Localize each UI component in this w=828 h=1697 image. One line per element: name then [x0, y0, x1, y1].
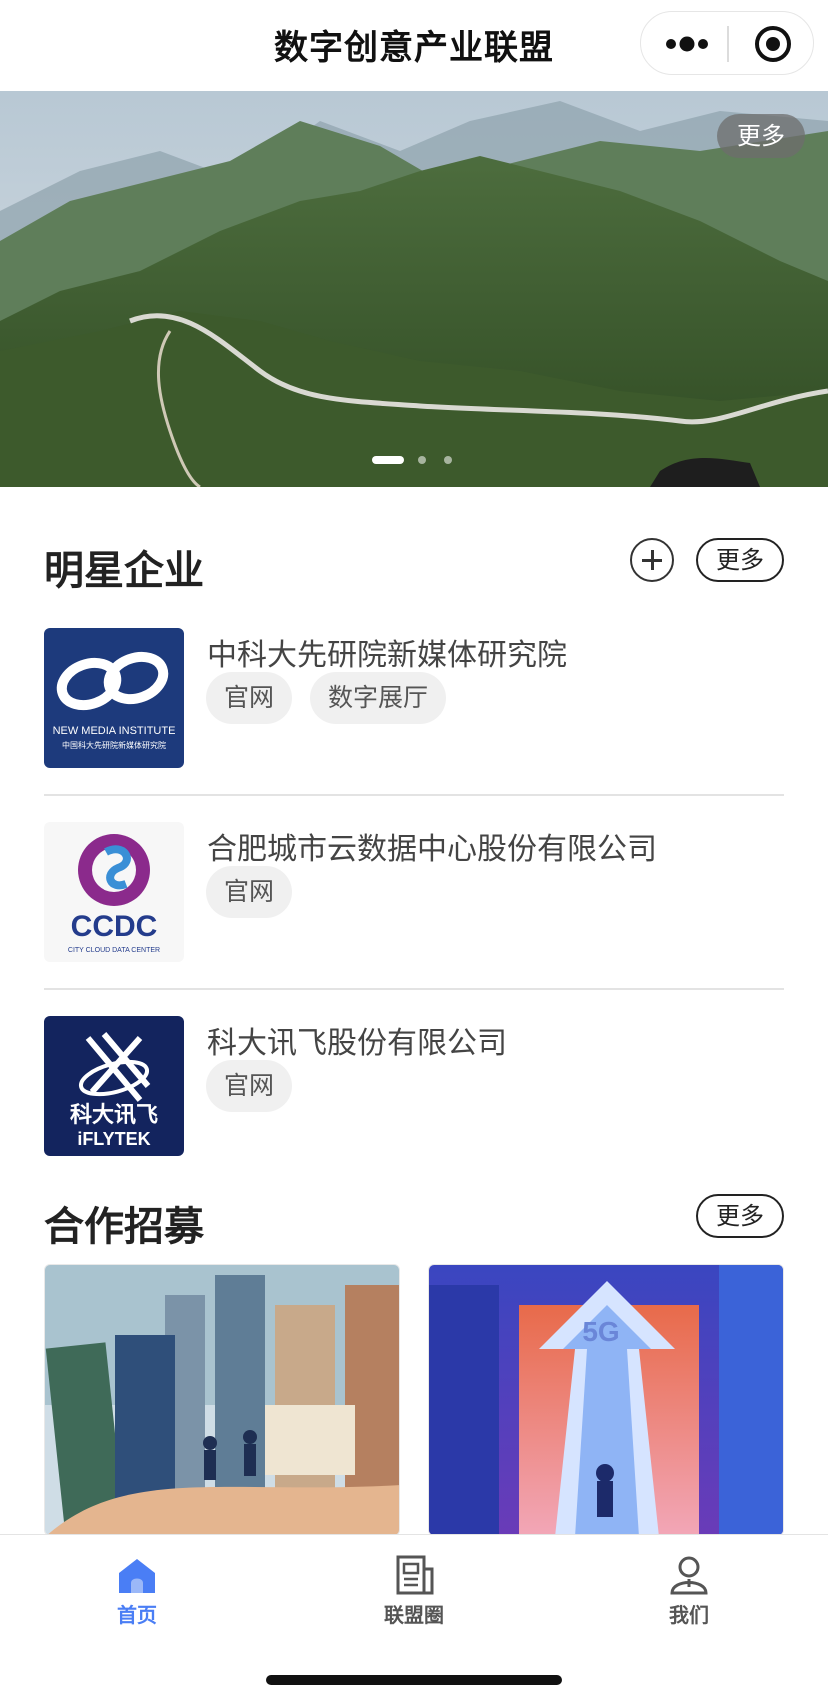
logo-text: NEW MEDIA INSTITUTE — [53, 725, 176, 737]
recruit-card-image: 5G — [429, 1265, 783, 1535]
banner-image — [0, 91, 828, 487]
tab-alliance-circle[interactable]: 联盟圈 — [339, 1555, 489, 1635]
recruit-card[interactable]: 5G — [428, 1264, 784, 1536]
more-dots-icon[interactable] — [665, 30, 755, 58]
divider — [44, 794, 784, 796]
enterprise-tags: 官网 数字展厅 — [206, 672, 464, 724]
recruit-card[interactable] — [44, 1264, 400, 1536]
recruit-card-image — [45, 1265, 399, 1535]
infinity-logo-icon: NEW MEDIA INSTITUTE 中国科大先研院新媒体研究院 — [53, 651, 176, 750]
enterprise-tags: 官网 — [206, 1060, 310, 1112]
enterprise-item[interactable]: CCDC CITY CLOUD DATA CENTER 合肥城市云数据中心股份有… — [44, 822, 784, 962]
person-icon — [670, 1556, 708, 1595]
divider — [44, 988, 784, 990]
capsule-divider — [727, 26, 729, 62]
iflytek-logo-icon: 科大讯飞 iFLYTEK — [70, 1032, 158, 1149]
star-enterprises-more-button[interactable]: 更多 — [696, 538, 784, 582]
tab-home[interactable]: 首页 — [62, 1555, 212, 1635]
enterprise-name: 科大讯飞股份有限公司 — [207, 1026, 507, 1061]
banner-carousel[interactable]: 更多 — [0, 91, 828, 487]
document-icon — [396, 1555, 434, 1595]
enterprise-name: 中科大先研院新媒体研究院 — [207, 638, 567, 673]
ccdc-logo-icon: CCDC CITY CLOUD DATA CENTER — [68, 834, 160, 954]
enterprise-logo: CCDC CITY CLOUD DATA CENTER — [44, 822, 184, 962]
tag-website[interactable]: 官网 — [206, 1060, 293, 1112]
nav-bar: 数字创意产业联盟 — [0, 0, 828, 91]
enterprise-item[interactable]: 科大讯飞 iFLYTEK 科大讯飞股份有限公司 官网 — [44, 1016, 784, 1156]
tag-website[interactable]: 官网 — [206, 866, 293, 918]
enterprise-name: 合肥城市云数据中心股份有限公司 — [207, 832, 657, 867]
tab-about-us[interactable]: 我们 — [614, 1555, 764, 1635]
carousel-dot — [444, 456, 452, 464]
logo-text: 科大讯飞 — [70, 1103, 158, 1128]
tag-digital-hall[interactable]: 数字展厅 — [310, 672, 447, 724]
logo-subtext: 中国科大先研院新媒体研究院 — [62, 740, 166, 750]
banner-more-button[interactable]: 更多 — [717, 114, 805, 158]
target-circle-icon[interactable] — [753, 24, 793, 64]
carousel-dot — [418, 456, 426, 464]
tab-about-label: 我们 — [669, 1603, 709, 1627]
enterprise-logo: 科大讯飞 iFLYTEK — [44, 1016, 184, 1156]
tab-bar: 首页 联盟圈 我们 — [0, 1534, 828, 1697]
logo-subtext: iFLYTEK — [77, 1129, 150, 1149]
home-indicator — [266, 1675, 562, 1685]
tab-home-label: 首页 — [117, 1603, 157, 1627]
mini-program-capsule — [640, 11, 814, 75]
carousel-dot-active — [372, 456, 404, 464]
enterprise-logo: NEW MEDIA INSTITUTE 中国科大先研院新媒体研究院 — [44, 628, 184, 768]
home-icon — [119, 1559, 155, 1593]
cooperation-more-button[interactable]: 更多 — [696, 1194, 784, 1238]
card-5g-text: 5G — [582, 1316, 619, 1347]
add-enterprise-button[interactable] — [630, 538, 674, 582]
enterprise-tags: 官网 — [206, 866, 310, 918]
star-enterprises-title: 明星企业 — [44, 548, 204, 594]
tag-website[interactable]: 官网 — [206, 672, 293, 724]
cooperation-title: 合作招募 — [44, 1204, 204, 1250]
logo-text: CCDC — [71, 910, 158, 943]
tab-alliance-label: 联盟圈 — [384, 1603, 444, 1627]
logo-subtext: CITY CLOUD DATA CENTER — [68, 947, 160, 954]
enterprise-item[interactable]: NEW MEDIA INSTITUTE 中国科大先研院新媒体研究院 中科大先研院… — [44, 628, 784, 768]
